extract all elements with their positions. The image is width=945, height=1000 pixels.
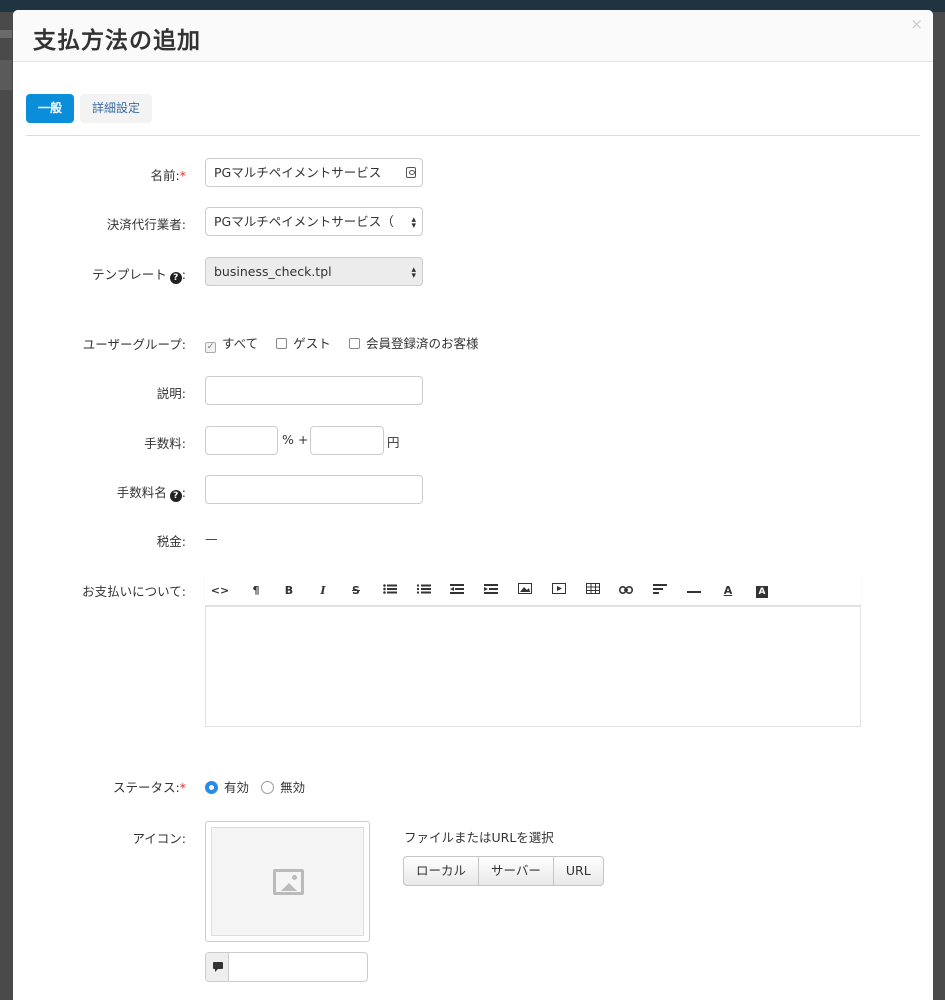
surcharge-percent-input[interactable] [205,426,278,455]
modal-title: 支払方法の追加 [33,28,201,54]
usergroup-guest[interactable]: ゲスト [276,333,331,352]
template-row: テンプレート?: business_check.tpl ▴ ▾ [13,257,933,286]
local-button[interactable]: ローカル [403,856,480,886]
surcharge-row: 手数料: % + 円 [13,426,933,455]
modal-header: 支払方法の追加 × [13,10,933,62]
file-source-buttons: ローカル サーバー URL [403,856,604,886]
close-icon[interactable]: × [910,15,923,33]
file-select-label: ファイルまたはURLを選択 [404,830,554,845]
name-input[interactable]: PGマルチペイメントサービス [205,158,423,187]
alt-text-addon [206,953,229,981]
description-input[interactable] [205,376,423,405]
surcharge-name-input[interactable] [205,475,423,504]
italic-button[interactable]: I [312,575,334,606]
percent-plus-text: % + [282,432,309,447]
processor-select[interactable]: PGマルチペイメントサービス（ ▴ ▾ [205,207,423,236]
outdent-icon[interactable] [446,575,468,606]
name-row: 名前:* PGマルチペイメントサービス [13,158,933,187]
icon-preview-area [211,827,364,936]
background-color-button[interactable]: A [751,575,773,606]
description-row: 説明: [13,376,933,405]
status-options: 有効 無効 [205,777,313,796]
select-arrows-icon: ▴ ▾ [411,215,416,231]
name-label: 名前:* [150,168,186,183]
editor-toolbar: <> ¶ B I S A A [205,575,861,606]
radio[interactable] [205,781,218,794]
image-placeholder-icon [273,869,304,895]
processor-row: 決済代行業者: PGマルチペイメントサービス（ ▴ ▾ [13,207,933,236]
surcharge-name-row: 手数料名?: [13,475,933,504]
ordered-list-icon[interactable] [413,575,435,606]
table-icon[interactable] [582,575,604,606]
image-icon[interactable] [514,575,536,606]
currency-text: 円 [387,435,400,450]
instructions-editor[interactable] [205,606,861,727]
template-label: テンプレート?: [92,267,186,284]
code-view-button[interactable]: <> [209,575,231,606]
horizontal-rule-icon[interactable] [683,575,705,606]
status-label: ステータス:* [113,780,186,795]
url-button[interactable]: URL [552,856,604,886]
template-select[interactable]: business_check.tpl ▴ ▾ [205,257,423,286]
tax-row: 税金: — [13,530,933,550]
tab-divider [26,135,920,136]
text-color-button[interactable]: A [717,575,739,606]
tax-value: — [205,531,218,546]
indent-icon[interactable] [480,575,502,606]
strikethrough-button[interactable]: S [345,575,367,606]
usergroup-registered[interactable]: 会員登録済のお客様 [348,333,478,352]
usergroup-all[interactable]: ✓ すべて [205,333,258,353]
surcharge-fixed-input[interactable] [310,426,384,455]
checkbox[interactable]: ✓ [205,342,216,353]
add-payment-method-modal: 支払方法の追加 × 一般 詳細設定 名前:* PGマルチペイメントサービス 決済代… [13,10,933,1000]
description-label: 説明: [156,386,186,401]
tab-bar: 一般 詳細設定 [26,94,158,123]
help-icon[interactable]: ? [169,272,182,284]
usergroups-row: ユーザーグループ: ✓ すべて ゲスト 会員登録済のお客様 [13,332,933,353]
link-icon[interactable] [615,575,637,606]
background-element [0,30,12,38]
status-active[interactable]: 有効 [205,777,249,796]
comment-icon [213,962,223,972]
tab-general[interactable]: 一般 [26,94,75,123]
usergroups-options: ✓ すべて ゲスト 会員登録済のお客様 [205,333,492,353]
icon-alt-text-field[interactable] [205,952,368,982]
tax-label: 税金: [156,534,186,549]
surcharge-label: 手数料: [144,436,186,451]
surcharge-name-label: 手数料名?: [116,485,186,502]
background-element [0,60,12,90]
processor-label: 決済代行業者: [106,217,186,232]
paragraph-button[interactable]: ¶ [245,575,267,606]
usergroups-label: ユーザーグループ: [82,337,186,352]
video-icon[interactable] [548,575,570,606]
help-icon[interactable]: ? [169,490,182,502]
radio[interactable] [261,781,275,794]
icon-label: アイコン: [132,831,186,846]
select-arrows-icon: ▴ ▾ [411,265,416,281]
align-icon[interactable] [649,575,671,606]
checkbox[interactable] [348,338,360,349]
status-row: ステータス:* 有効 無効 [13,776,933,796]
contact-card-icon[interactable] [406,167,416,178]
checkbox[interactable] [276,338,288,349]
bold-button[interactable]: B [278,575,300,606]
tab-advanced[interactable]: 詳細設定 [80,94,153,123]
server-button[interactable]: サーバー [478,856,554,886]
icon-preview [205,821,370,942]
status-disabled[interactable]: 無効 [261,777,305,796]
instructions-label: お支払いについて: [82,584,186,599]
unordered-list-icon[interactable] [379,575,401,606]
